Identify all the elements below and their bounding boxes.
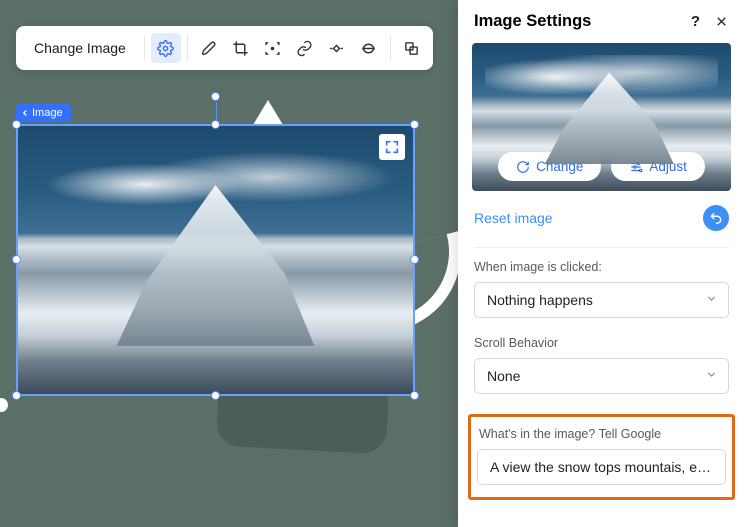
resize-handle[interactable] — [12, 391, 21, 400]
image-preview: Change Adjust — [472, 43, 731, 191]
chevron-down-icon — [705, 292, 718, 308]
chevron-left-icon — [20, 108, 30, 118]
help-icon[interactable]: ? — [691, 13, 700, 30]
undo-button[interactable] — [703, 205, 729, 231]
scroll-behavior-value: None — [487, 368, 520, 384]
resize-handle[interactable] — [410, 120, 419, 129]
reset-image-link[interactable]: Reset image — [474, 210, 553, 226]
resize-handle[interactable] — [12, 255, 21, 264]
change-button[interactable]: Change — [498, 152, 601, 181]
animation-icon[interactable] — [322, 33, 352, 63]
click-behavior-label: When image is clicked: — [474, 260, 729, 274]
crop-icon[interactable] — [226, 33, 256, 63]
click-behavior-value: Nothing happens — [487, 292, 593, 308]
sliders-icon — [629, 160, 643, 174]
undo-icon — [709, 211, 723, 225]
image-settings-panel: Image Settings ? Change Adjust Reset ima… — [458, 0, 745, 527]
image-toolbar: Change Image — [16, 26, 433, 70]
click-behavior-select[interactable]: Nothing happens — [474, 282, 729, 318]
resize-handle[interactable] — [12, 120, 21, 129]
settings-gear-icon[interactable] — [151, 33, 181, 63]
scroll-behavior-select[interactable]: None — [474, 358, 729, 394]
image-thumb[interactable] — [18, 126, 413, 394]
resize-handle[interactable] — [211, 391, 220, 400]
scroll-behavior-label: Scroll Behavior — [474, 336, 729, 350]
chevron-down-icon — [705, 368, 718, 384]
brush-icon[interactable] — [194, 33, 224, 63]
rotate-handle[interactable] — [211, 92, 220, 101]
rotate-line — [216, 102, 217, 120]
breadcrumb-image[interactable]: Image — [16, 104, 71, 122]
background-knob-decor — [0, 398, 8, 412]
panel-title: Image Settings — [474, 12, 591, 31]
link-icon[interactable] — [290, 33, 320, 63]
change-button-label: Change — [536, 159, 583, 174]
image-selection[interactable] — [16, 124, 415, 396]
change-image-button[interactable]: Change Image — [22, 33, 138, 63]
copy-style-icon[interactable] — [397, 33, 427, 63]
adjust-button[interactable]: Adjust — [611, 152, 705, 181]
expand-icon[interactable] — [379, 134, 405, 160]
toolbar-separator — [144, 35, 145, 61]
breadcrumb-label: Image — [32, 107, 63, 119]
alt-text-input[interactable]: A view the snow tops mountais, ever… — [477, 449, 726, 485]
refresh-icon — [516, 160, 530, 174]
close-icon[interactable] — [714, 14, 729, 29]
alt-text-section: What's in the image? Tell Google A view … — [468, 414, 735, 500]
toolbar-separator — [187, 35, 188, 61]
toolbar-separator — [390, 35, 391, 61]
adjust-button-label: Adjust — [649, 159, 687, 174]
resize-handle[interactable] — [410, 255, 419, 264]
resize-handle[interactable] — [410, 391, 419, 400]
alt-text-label: What's in the image? Tell Google — [477, 427, 726, 441]
resize-handle[interactable] — [211, 120, 220, 129]
focal-point-icon[interactable] — [258, 33, 288, 63]
shape-mask-icon[interactable] — [354, 33, 384, 63]
